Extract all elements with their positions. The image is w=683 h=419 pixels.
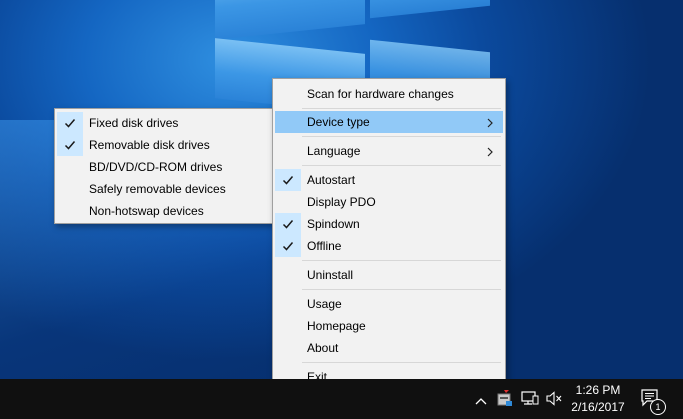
menu-item-offline[interactable]: Offline xyxy=(275,235,503,257)
menu-item-language[interactable]: Language xyxy=(275,140,503,162)
menu-item-about[interactable]: About xyxy=(275,337,503,359)
menu-item-homepage[interactable]: Homepage xyxy=(275,315,503,337)
menu-item-label: Uninstall xyxy=(307,268,354,282)
submenu-item-non-hotswap-devices[interactable]: Non-hotswap devices xyxy=(57,200,275,222)
submenu-item-label: BD/DVD/CD-ROM drives xyxy=(89,160,223,174)
menu-item-label: Device type xyxy=(307,115,370,129)
submenu-item-label: Removable disk drives xyxy=(89,138,210,152)
menu-item-label: Usage xyxy=(307,297,342,311)
submenu-item-label: Non-hotswap devices xyxy=(89,204,204,218)
network-icon[interactable] xyxy=(521,391,539,409)
menu-item-label: Language xyxy=(307,144,361,158)
checkmark-icon xyxy=(57,134,83,156)
submenu-item-fixed-disk-drives[interactable]: Fixed disk drives xyxy=(57,112,275,134)
chevron-up-icon[interactable] xyxy=(475,394,487,408)
notification-count-badge: 1 xyxy=(650,399,666,415)
menu-separator xyxy=(302,362,501,363)
submenu-item-removable-disk-drives[interactable]: Removable disk drives xyxy=(57,134,275,156)
submenu-item-label: Safely removable devices xyxy=(89,182,226,196)
taskbar-date[interactable]: 2/16/2017 xyxy=(563,400,633,414)
notification-count: 1 xyxy=(655,402,661,412)
menu-separator xyxy=(302,289,501,290)
device-type-submenu: Fixed disk drives Removable disk drives … xyxy=(54,108,278,224)
menu-item-device-type[interactable]: Device type xyxy=(275,111,503,133)
chevron-right-icon xyxy=(487,146,493,160)
wallpaper-window-pane xyxy=(215,0,365,40)
submenu-item-label: Fixed disk drives xyxy=(89,116,179,130)
menu-item-spindown[interactable]: Spindown xyxy=(275,213,503,235)
menu-separator xyxy=(302,165,501,166)
checkmark-icon xyxy=(275,213,301,235)
menu-item-label: Scan for hardware changes xyxy=(307,87,454,101)
menu-separator xyxy=(302,260,501,261)
menu-item-scan-hardware[interactable]: Scan for hardware changes xyxy=(275,83,503,105)
menu-item-display-pdo[interactable]: Display PDO xyxy=(275,191,503,213)
menu-separator xyxy=(302,108,501,109)
checkmark-icon xyxy=(275,235,301,257)
menu-item-autostart[interactable]: Autostart xyxy=(275,169,503,191)
menu-item-label: Homepage xyxy=(307,319,366,333)
menu-item-label: About xyxy=(307,341,339,355)
volume-muted-icon[interactable] xyxy=(546,391,562,409)
tray-context-menu: Scan for hardware changes Device type La… xyxy=(272,78,506,392)
menu-item-label: Autostart xyxy=(307,173,356,187)
menu-item-label: Offline xyxy=(307,239,342,253)
menu-separator xyxy=(302,136,501,137)
submenu-item-safely-removable-devices[interactable]: Safely removable devices xyxy=(57,178,275,200)
chevron-right-icon xyxy=(487,117,493,131)
taskbar-time[interactable]: 1:26 PM xyxy=(563,383,633,397)
checkmark-icon xyxy=(275,169,301,191)
checkmark-icon xyxy=(57,112,83,134)
menu-item-uninstall[interactable]: Uninstall xyxy=(275,264,503,286)
menu-item-usage[interactable]: Usage xyxy=(275,293,503,315)
wallpaper-window-pane xyxy=(370,0,490,19)
submenu-item-optical-drives[interactable]: BD/DVD/CD-ROM drives xyxy=(57,156,275,178)
menu-item-label: Spindown xyxy=(307,217,360,231)
taskbar: 1:26 PM 2/16/2017 1 xyxy=(0,379,683,419)
drive-app-icon[interactable] xyxy=(496,388,514,411)
menu-item-label: Display PDO xyxy=(307,195,376,209)
